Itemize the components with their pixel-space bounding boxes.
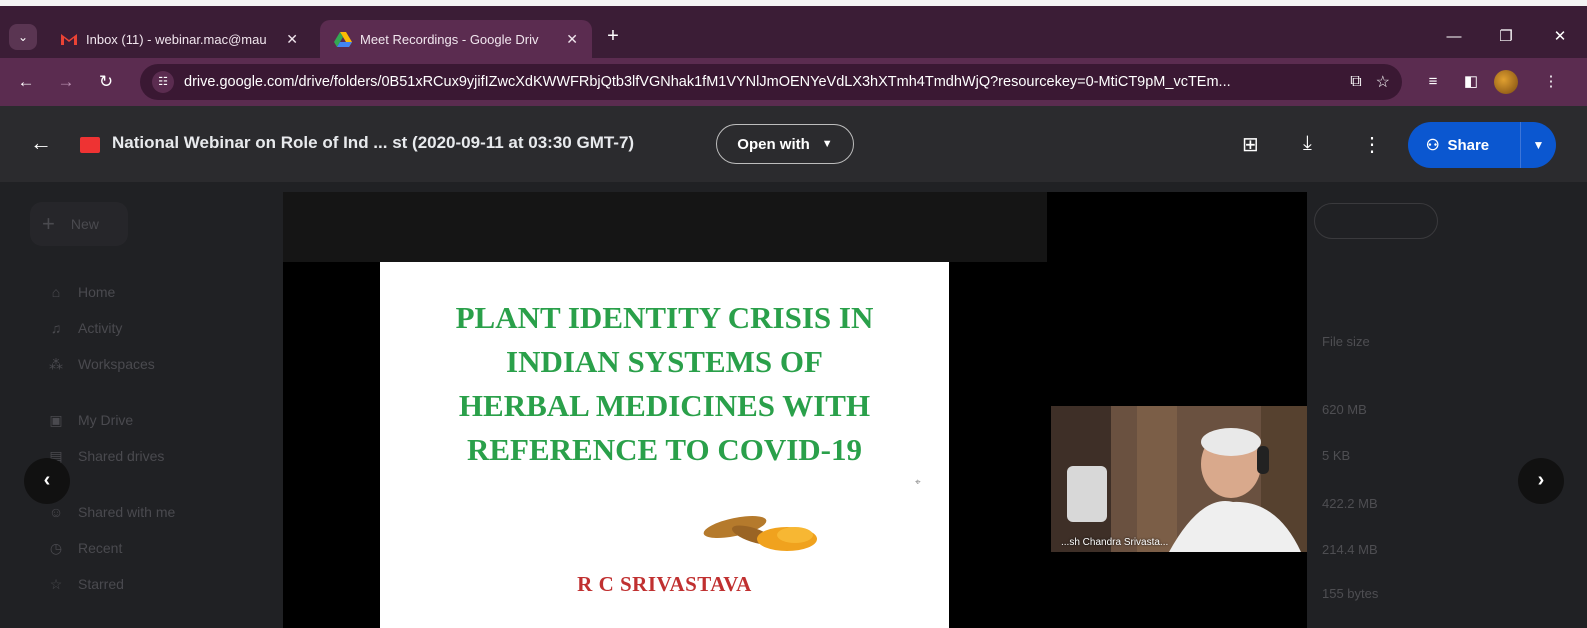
new-button[interactable]: + New — [30, 202, 128, 246]
open-with-button[interactable]: Open with ▼ — [716, 124, 854, 164]
workspaces-icon: ⁂ — [49, 356, 63, 372]
add-comment-icon[interactable]: ⊞ — [1242, 132, 1259, 157]
back-arrow-icon[interactable]: ← — [30, 130, 52, 156]
sidebar-item-workspaces[interactable]: ⁂ Workspaces — [44, 356, 155, 373]
close-window-button[interactable]: ✕ — [1540, 22, 1580, 52]
install-app-icon[interactable]: ⧉ — [1350, 73, 1361, 91]
sidebar-item-activity[interactable]: ♫ Activity — [44, 320, 123, 336]
previous-arrow-button[interactable]: ‹ — [24, 458, 70, 504]
forward-icon[interactable]: → — [52, 68, 80, 96]
browser-menu-icon[interactable]: ⋮ — [1538, 70, 1564, 94]
column-header-file-size[interactable]: File size — [1322, 334, 1370, 349]
drive-icon: ▣ — [49, 412, 63, 428]
file-size-cell: 620 MB — [1322, 402, 1367, 417]
address-bar[interactable]: ☷ drive.google.com/drive/folders/0B51xRC… — [140, 64, 1402, 100]
home-icon: ⌂ — [51, 284, 61, 300]
slide-title-line: HERBAL MEDICINES WITH — [458, 388, 871, 423]
sidebar-item-starred[interactable]: ☆ Starred — [44, 576, 124, 593]
slide-title-line: REFERENCE TO COVID-19 — [466, 432, 863, 467]
person-add-icon: ⚇ — [1426, 137, 1440, 154]
tab-title: Meet Recordings - Google Driv — [360, 31, 539, 47]
share-dropdown-icon[interactable]: ▼ — [1520, 122, 1556, 168]
bookmark-star-icon[interactable]: ☆ — [1376, 72, 1390, 92]
drive-page: + New ⌂ Home ♫ Activity ⁂ Workspaces ▣ My Dr… — [0, 106, 1587, 628]
sidebar-item-my-drive[interactable]: ▣ My Drive — [44, 412, 133, 429]
close-icon[interactable]: ✕ — [286, 31, 298, 48]
profile-avatar[interactable] — [1494, 70, 1518, 94]
video-file-icon — [80, 137, 100, 153]
tab-google-drive[interactable]: Meet Recordings - Google Driv ✕ — [320, 20, 592, 58]
tab-gmail[interactable]: Inbox (11) - webinar.mac@mau ✕ — [46, 20, 312, 58]
file-size-cell: 155 bytes — [1322, 586, 1379, 601]
share-button[interactable]: ⚇ Share ▼ — [1408, 122, 1556, 168]
browser-tab-bar: ⌄ Inbox (11) - webinar.mac@mau ✕ Meet Re… — [0, 0, 1587, 58]
tab-title: Inbox (11) - webinar.mac@mau — [86, 31, 267, 47]
sidebar-item-shared-with-me[interactable]: ☺ Shared with me — [44, 504, 175, 520]
participant-video: ...sh Chandra Srivasta... — [1051, 406, 1307, 552]
share-label: Share — [1447, 137, 1490, 154]
new-label: New — [70, 216, 99, 232]
tab-search-button[interactable]: ⌄ — [9, 24, 37, 50]
slide-title: PLANT IDENTITY CRISIS IN INDIAN SYSTEMS … — [380, 296, 949, 472]
google-drive-icon — [334, 32, 352, 47]
slide-title-line: INDIAN SYSTEMS OF — [506, 344, 823, 379]
participant-video-frame — [1051, 406, 1307, 552]
video-top-band — [283, 192, 1047, 262]
site-info-icon[interactable]: ☷ — [152, 71, 174, 93]
side-panel-icon[interactable]: ◧ — [1458, 70, 1484, 94]
people-icon: ☺ — [48, 504, 64, 520]
next-arrow-button[interactable]: › — [1518, 458, 1564, 504]
slide-title-line: PLANT IDENTITY CRISIS IN — [455, 300, 874, 335]
new-tab-button[interactable]: + — [600, 24, 626, 50]
sidebar-item-home[interactable]: ⌂ Home — [44, 284, 116, 300]
media-controls-icon[interactable]: ≡ — [1420, 70, 1446, 94]
back-icon[interactable]: ← — [12, 68, 40, 96]
view-toggle[interactable] — [1314, 203, 1438, 239]
url-text: drive.google.com/drive/folders/0B51xRCux… — [184, 74, 1231, 90]
file-size-cell: 5 KB — [1322, 448, 1351, 463]
more-actions-icon[interactable]: ⋮ — [1362, 132, 1382, 157]
bell-icon: ♫ — [50, 320, 62, 336]
reload-icon[interactable]: ↻ — [92, 68, 120, 96]
slide-author: R C SRIVASTAVA — [577, 572, 752, 596]
presentation-slide: PLANT IDENTITY CRISIS IN INDIAN SYSTEMS … — [380, 262, 949, 628]
file-title: National Webinar on Role of Ind ... st (… — [112, 133, 635, 152]
plus-icon: + — [42, 211, 55, 236]
download-icon[interactable]: ⤓ — [1303, 132, 1312, 155]
clock-icon: ◷ — [49, 540, 63, 556]
sidebar-item-recent[interactable]: ◷ Recent — [44, 540, 122, 557]
gmail-icon — [60, 32, 78, 46]
star-icon: ☆ — [49, 576, 63, 592]
file-size-cell: 422.2 MB — [1322, 496, 1378, 511]
browser-toolbar: ← → ↻ ☷ drive.google.com/drive/folders/0… — [0, 58, 1587, 106]
participant-name: ...sh Chandra Srivasta... — [1061, 537, 1169, 548]
file-viewer-header: ← National Webinar on Role of Ind ... st… — [0, 106, 1587, 182]
caret-down-icon: ▼ — [821, 138, 833, 150]
file-size-cell: 214.4 MB — [1322, 542, 1378, 557]
close-icon[interactable]: ✕ — [566, 31, 578, 48]
mouse-cursor-icon: ⌖ — [915, 477, 921, 488]
sidebar-item-shared-drives[interactable]: ▤ Shared drives — [44, 448, 164, 465]
restore-button[interactable]: ❐ — [1486, 22, 1526, 52]
turmeric-image — [703, 515, 817, 551]
minimize-button[interactable]: — — [1434, 22, 1474, 52]
video-player[interactable]: PLANT IDENTITY CRISIS IN INDIAN SYSTEMS … — [283, 192, 1307, 628]
open-with-label: Open with — [737, 135, 810, 153]
